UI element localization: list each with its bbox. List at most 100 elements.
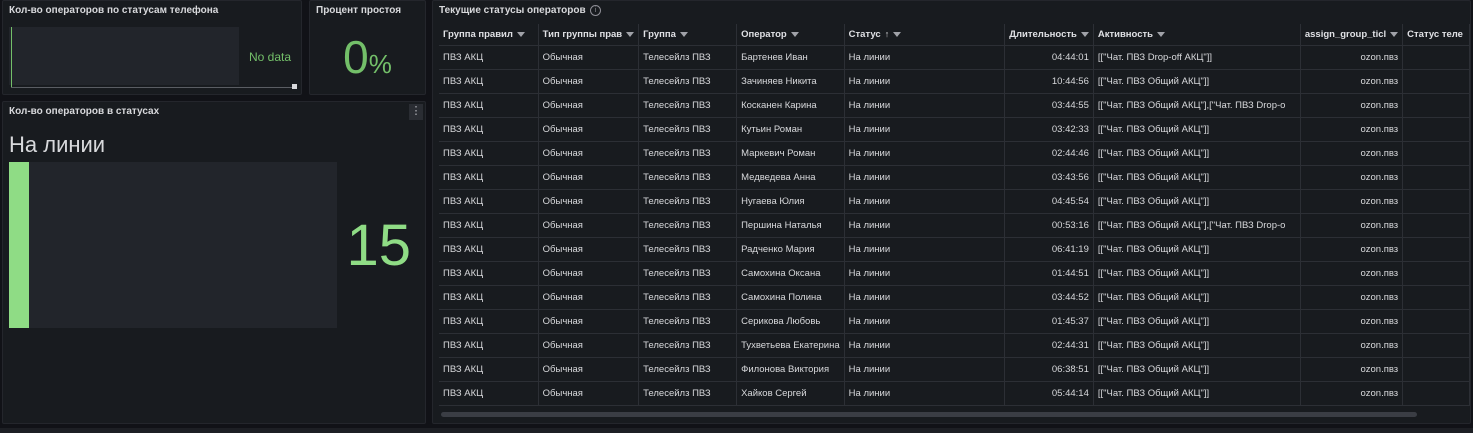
column-header[interactable]: assign_group_ticl: [1300, 24, 1404, 46]
table-cell: ПВЗ АКЦ: [439, 69, 539, 94]
filter-icon[interactable]: [516, 31, 525, 37]
table-row[interactable]: ПВЗ АКЦ Обычная Телесейлз ПВЗ Хайков Сергей…: [439, 381, 1470, 406]
table-cell: Самохина Полина: [736, 285, 845, 310]
horizontal-scrollbar[interactable]: [441, 412, 1417, 417]
table-cell: Телесейлз ПВЗ: [638, 165, 738, 190]
stat-value: 0: [343, 31, 369, 83]
table-cell: Телесейлз ПВЗ: [638, 189, 738, 214]
table-cell: 03:44:52: [1004, 285, 1094, 310]
table-row[interactable]: ПВЗ АКЦ Обычная Телесейлз ПВЗ Маркевич Рома…: [439, 141, 1470, 166]
column-header-label: Тип группы прав: [542, 29, 623, 40]
column-header[interactable]: Тип группы прав: [538, 24, 640, 46]
table-cell: Медведева Анна: [736, 165, 845, 190]
table-row[interactable]: ПВЗ АКЦ Обычная Телесейлз ПВЗ Самохина Поли…: [439, 285, 1470, 310]
table-cell: ПВЗ АКЦ: [439, 381, 539, 406]
table-row[interactable]: ПВЗ АКЦ Обычная Телесейлз ПВЗ Нугаева Юлия Н…: [439, 189, 1470, 214]
table-cell: ПВЗ АКЦ: [439, 285, 539, 310]
column-header[interactable]: Статус ↑: [844, 24, 1006, 46]
panel-title[interactable]: Кол-во операторов по статусам телефона: [9, 5, 218, 16]
table-cell: ozon.пвз: [1300, 45, 1404, 70]
filter-icon[interactable]: [1157, 31, 1165, 37]
filter-icon[interactable]: [790, 31, 799, 37]
column-header[interactable]: Группа правил: [439, 24, 539, 46]
column-header[interactable]: Группа: [638, 24, 738, 46]
panel-title[interactable]: Процент простоя: [316, 5, 401, 16]
table-cell: Обычная: [538, 165, 640, 190]
table-cell: [1402, 309, 1470, 334]
table-cell: [["Чат. ПВЗ Общий АКЦ"]]: [1093, 117, 1301, 142]
column-header[interactable]: Длительность: [1004, 24, 1094, 46]
info-icon[interactable]: i: [590, 5, 601, 16]
table-row[interactable]: ПВЗ АКЦ Обычная Телесейлз ПВЗ Першина Натал…: [439, 213, 1470, 238]
table-cell: [["Чат. ПВЗ Общий АКЦ"]]: [1093, 189, 1301, 214]
table-cell: 04:45:54: [1004, 189, 1094, 214]
operators-table: Группа правил Тип группы прав Группа Операт…: [439, 24, 1470, 406]
table-cell: На линии: [844, 357, 1006, 382]
table-cell: Телесейлз ПВЗ: [638, 381, 738, 406]
no-data-message: No data: [248, 50, 291, 64]
table-row[interactable]: ПВЗ АКЦ Обычная Телесейлз ПВЗ Косканен Кари…: [439, 93, 1470, 118]
resize-handle[interactable]: [292, 84, 297, 89]
table-cell: 02:44:31: [1004, 333, 1094, 358]
table-row[interactable]: ПВЗ АКЦ Обычная Телесейлз ПВЗ Бартенев Иван…: [439, 45, 1470, 70]
table-row[interactable]: ПВЗ АКЦ Обычная Телесейлз ПВЗ Зачиняев Ники…: [439, 69, 1470, 94]
table-cell: Телесейлз ПВЗ: [638, 213, 738, 238]
vertical-dots-icon[interactable]: ⋮: [409, 104, 423, 120]
filter-icon[interactable]: [893, 31, 902, 37]
table-cell: ozon.пвз: [1300, 69, 1404, 94]
table-cell: 01:44:51: [1004, 261, 1094, 286]
column-header[interactable]: Оператор: [736, 24, 845, 46]
table-cell: На линии: [844, 93, 1006, 118]
column-header-label: Длительность: [1009, 29, 1077, 40]
table-cell: 03:44:55: [1004, 93, 1094, 118]
filter-icon[interactable]: [1080, 31, 1089, 37]
table-row[interactable]: ПВЗ АКЦ Обычная Телесейлз ПВЗ Самохина Окса…: [439, 261, 1470, 286]
table-cell: [1402, 93, 1470, 118]
table-cell: 05:44:14: [1004, 381, 1094, 406]
table-cell: ПВЗ АКЦ: [439, 333, 539, 358]
table-cell: Самохина Оксана: [736, 261, 845, 286]
table-cell: На линии: [844, 213, 1006, 238]
table-cell: [1402, 381, 1470, 406]
table-cell: [["Чат. ПВЗ Общий АКЦ"]]: [1093, 141, 1301, 166]
operators-status-panel: Кол-во операторов в статусах ⋮ На линии …: [2, 101, 426, 424]
table-cell: Телесейлз ПВЗ: [638, 333, 738, 358]
table-cell: [1402, 117, 1470, 142]
table-cell: ПВЗ АКЦ: [439, 309, 539, 334]
table-cell: ozon.пвз: [1300, 189, 1404, 214]
panel-title[interactable]: Кол-во операторов в статусах: [9, 106, 159, 117]
table-cell: [["Чат. ПВЗ Общий АКЦ"]]: [1093, 261, 1301, 286]
table-row[interactable]: ПВЗ АКЦ Обычная Телесейлз ПВЗ Медведева Анн…: [439, 165, 1470, 190]
table-cell: [["Чат. ПВЗ Общий АКЦ"]]: [1093, 165, 1301, 190]
table-cell: [1402, 285, 1470, 310]
column-header-label: Статус: [848, 29, 881, 40]
table-cell: Обычная: [538, 45, 640, 70]
filter-icon[interactable]: [679, 31, 688, 37]
table-row[interactable]: ПВЗ АКЦ Обычная Телесейлз ПВЗ Филонова Викт…: [439, 357, 1470, 382]
filter-icon[interactable]: [1390, 31, 1399, 37]
table-cell: 06:41:19: [1004, 237, 1094, 262]
table-cell: 04:44:01: [1004, 45, 1094, 70]
chart-axis-x: [11, 87, 293, 88]
table-row[interactable]: ПВЗ АКЦ Обычная Телесейлз ПВЗ Радченко Мари…: [439, 237, 1470, 262]
table-row[interactable]: ПВЗ АКЦ Обычная Телесейлз ПВЗ Кутьин Роман Н…: [439, 117, 1470, 142]
column-header[interactable]: Активность: [1093, 24, 1301, 46]
table-cell: Радченко Мария: [736, 237, 845, 262]
bar-gauge-value: 15: [346, 213, 411, 278]
table-cell: На линии: [844, 261, 1006, 286]
table-cell: ПВЗ АКЦ: [439, 117, 539, 142]
table-row[interactable]: ПВЗ АКЦ Обычная Телесейлз ПВЗ Тухветьева Ек…: [439, 333, 1470, 358]
table-cell: Нугаева Юлия: [736, 189, 845, 214]
table-cell: ПВЗ АКЦ: [439, 45, 539, 70]
table-cell: [["Чат. ПВЗ Общий АКЦ"],["Чат. ПВЗ Drop-…: [1093, 213, 1301, 238]
table-cell: На линии: [844, 189, 1006, 214]
table-row[interactable]: ПВЗ АКЦ Обычная Телесейлз ПВЗ Серикова Любо…: [439, 309, 1470, 334]
filter-icon[interactable]: [626, 31, 635, 37]
table-cell: ozon.пвз: [1300, 93, 1404, 118]
table-cell: ozon.пвз: [1300, 237, 1404, 262]
column-header[interactable]: Статус теле: [1402, 24, 1470, 46]
table-cell: [["Чат. ПВЗ Общий АКЦ"]]: [1093, 285, 1301, 310]
table-cell: На линии: [844, 333, 1006, 358]
sort-ascending-icon[interactable]: ↑: [885, 29, 890, 39]
panel-title[interactable]: Текущие статусы операторов: [439, 5, 586, 16]
